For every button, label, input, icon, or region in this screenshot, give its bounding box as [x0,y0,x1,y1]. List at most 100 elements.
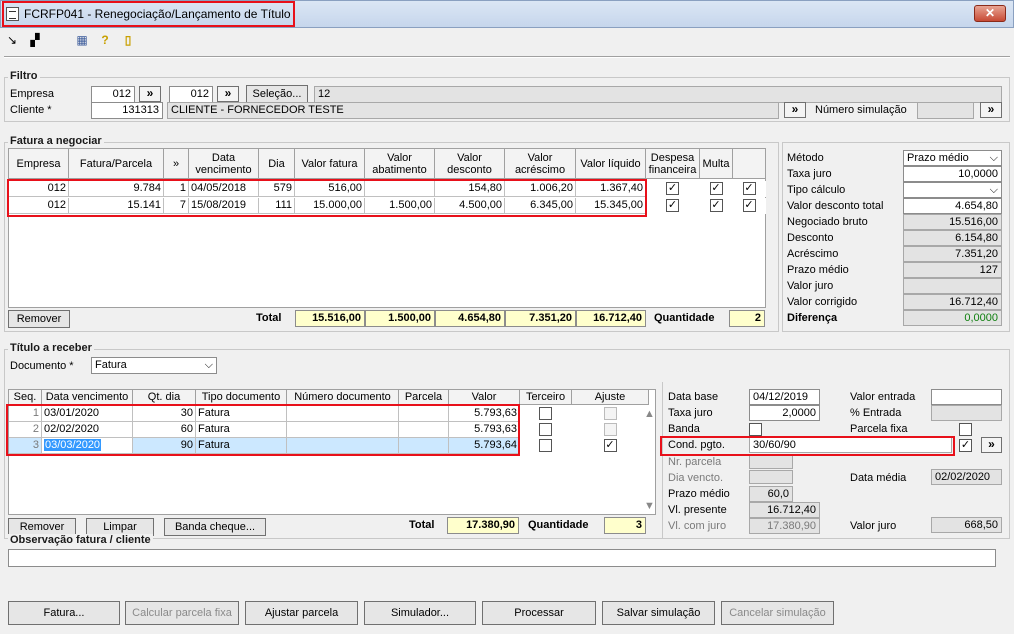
vp-field: 16.712,40 [749,502,820,518]
data_media-field: 02/02/2020 [931,469,1002,485]
titulo-col-header[interactable]: Valor [449,390,520,405]
numero-simulacao-lookup-button[interactable]: » [980,102,1002,118]
titulo-col-header[interactable]: Tipo documento [196,390,287,405]
fatura-despesa-checkbox[interactable]: ✓ [666,182,679,195]
window-icon[interactable]: ▞ [28,33,42,47]
fatura-col-header[interactable]: Multa [700,149,733,179]
cancelar-simulacao-button[interactable]: Cancelar simulação [721,601,834,625]
banda-checkbox[interactable] [749,423,762,436]
fatura-col-header[interactable]: Valor desconto [435,149,505,179]
titulo-terceiro-checkbox[interactable] [539,423,552,436]
observacao-input[interactable] [8,549,996,567]
close-button[interactable]: ✕ [974,5,1006,22]
fatura-multa-checkbox[interactable]: ✓ [709,182,723,195]
fatura-despesa-checkbox[interactable]: ✓ [666,199,679,212]
vdt-field[interactable]: 4.654,80 [903,198,1002,214]
scroll-up-icon[interactable]: ▲ [644,408,655,420]
fatura-rows-highlight [7,179,647,217]
empresa-lookup-button[interactable]: » [139,86,161,102]
fatura-col-header[interactable]: Dia [259,149,295,179]
numero-simulacao-value [917,102,974,119]
vc-label: Valor corrigido [787,296,858,308]
simulador-button[interactable]: Simulador... [364,601,476,625]
parcela_fixa-label: Parcela fixa [850,423,908,435]
fatura-extra-checkbox[interactable]: ✓ [742,199,756,212]
empresa-input[interactable]: 012 [91,86,135,103]
titulo-col-header[interactable]: Parcela [399,390,449,405]
processar-button[interactable]: Processar [482,601,596,625]
dif-field: 0,0000 [903,310,1002,326]
vj-label: Valor juro [787,280,834,292]
vc-field: 16.712,40 [903,294,1002,310]
total-desconto: 4.654,80 [435,310,505,327]
fatura-remover-button[interactable]: Remover [8,310,70,328]
total-abatimento: 1.500,00 [365,310,435,327]
vdt-label: Valor desconto total [787,200,884,212]
titulo-col-header[interactable]: Qt. dia [133,390,196,405]
help-icon[interactable]: ? [99,33,111,47]
cond-lookup-button[interactable]: » [981,437,1002,453]
banda-label: Banda [668,423,700,435]
titulo-ajuste-checkbox[interactable] [603,407,617,420]
fatura-col-header[interactable]: Despesa financeira [646,149,700,179]
titulo-col-header[interactable]: Data vencimento [42,390,133,405]
valor_entrada-field[interactable] [931,389,1002,405]
fatura-col-header[interactable]: Valor abatimento [365,149,435,179]
fatura-col-header[interactable]: Empresa [9,149,69,179]
fatura-col-header[interactable]: » [164,149,189,179]
titulo-ajuste-checkbox[interactable]: ✓ [603,439,617,452]
titulo-ajuste-checkbox[interactable] [603,423,617,436]
fatura-total-label: Total [256,312,282,324]
nb-field: 15.516,00 [903,214,1002,230]
fatura-col-header[interactable]: Valor fatura [295,149,365,179]
ajustar-parcela-button[interactable]: Ajustar parcela [245,601,358,625]
titulo-col-header[interactable]: Seq. [9,390,42,405]
fatura-col-header[interactable] [733,149,766,179]
parcela-fixa-checkbox[interactable] [959,423,972,436]
dia-vencto-field [749,470,793,484]
fatura-extra-checkbox[interactable]: ✓ [742,182,756,195]
exit-icon[interactable]: ▯ [122,33,134,47]
titulo-col-header[interactable]: Número documento [287,390,399,405]
documento-select[interactable]: Fatura ⌵ [91,357,217,374]
fatura-col-header[interactable]: Data vencimento [189,149,259,179]
pct_entrada-label: % Entrada [850,407,902,419]
fatura-title: Fatura a negociar [8,135,104,147]
documento-label: Documento * [10,360,74,372]
taxa-field[interactable]: 10,0000 [903,166,1002,182]
desc-label: Desconto [787,232,834,244]
tipo-field[interactable]: ⌵ [903,182,1002,198]
fatura-col-header[interactable]: Fatura/Parcela [69,149,164,179]
vcj-field: 17.380,90 [749,518,820,534]
cond-checkbox[interactable]: ✓ [959,439,972,452]
vj-field [903,278,1002,294]
titulo-terceiro-checkbox[interactable] [539,439,552,452]
vp-label: Vl. presente [668,504,727,516]
titulo-col-header[interactable]: Terceiro [520,390,572,405]
fatura-multa-checkbox[interactable]: ✓ [709,199,723,212]
titulo-quantidade-label: Quantidade [528,519,589,531]
empresa2-lookup-button[interactable]: » [217,86,239,102]
taxa-field[interactable]: 2,0000 [749,405,820,421]
fatura-button[interactable]: Fatura... [8,601,120,625]
empresa2-input[interactable]: 012 [169,86,213,103]
cliente-code-input[interactable]: 131313 [91,102,163,119]
selecao-button[interactable]: Seleção... [246,85,308,103]
scroll-down-icon[interactable]: ▼ [644,500,655,512]
desc-field: 6.154,80 [903,230,1002,246]
filtro-title: Filtro [8,70,40,82]
calcular-parcela-fixa-button[interactable]: Calcular parcela fixa [125,601,239,625]
titulo-col-header[interactable]: Ajuste [572,390,649,405]
data_base-field[interactable]: 04/12/2019 [749,389,820,405]
banda-cheque-button[interactable]: Banda cheque... [164,518,266,536]
metodo-field[interactable]: Prazo médio ⌵ [903,150,1002,166]
fatura-col-header[interactable]: Valor líquido [576,149,646,179]
titulo-terceiro-checkbox[interactable] [539,407,552,420]
calculator-icon[interactable]: ▦ [75,33,89,47]
pm-label: Prazo médio [787,264,849,276]
salvar-simulacao-button[interactable]: Salvar simulação [602,601,715,625]
fatura-col-header[interactable]: Valor acréscimo [505,149,576,179]
export-icon[interactable]: ↘ [5,33,19,47]
tipo-label: Tipo cálculo [787,184,846,196]
cliente-lookup-button[interactable]: » [784,102,806,118]
